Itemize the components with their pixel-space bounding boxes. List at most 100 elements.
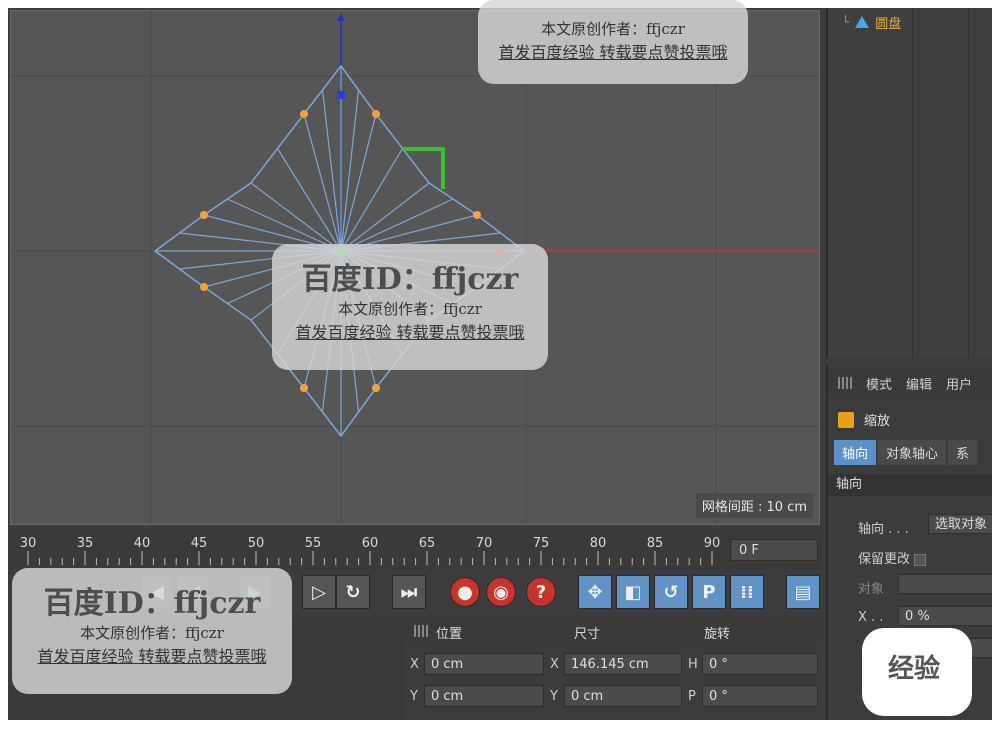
timeline-window-button[interactable]: ▤ [786, 575, 820, 609]
pos-y-field[interactable]: 0 cm [424, 685, 544, 707]
param-key-button[interactable]: P [692, 575, 726, 609]
coordinate-header: 位置 尺寸 旋转 [406, 619, 822, 643]
pos-x-field[interactable]: 0 cm [424, 653, 544, 675]
grid-spacing-readout: 网格间距 : 10 cm [695, 493, 813, 518]
timeline-tick-label: 80 [590, 536, 607, 551]
menu-edit[interactable]: 编辑 [906, 374, 932, 393]
scale-key-button[interactable]: ◧ [616, 575, 650, 609]
vertex-point [372, 384, 380, 392]
pick-object-button[interactable]: 选取对象 [928, 514, 992, 534]
disc-spoke [340, 182, 430, 252]
axis-label: 轴向 . . . [858, 522, 909, 537]
position-header: 位置 [436, 627, 463, 642]
tab-axis[interactable]: 轴向 [834, 440, 877, 465]
attribute-menu-bar: 模式 编辑 用户 [828, 368, 992, 398]
tab-object-axis[interactable]: 对象轴心 [878, 440, 947, 465]
attribute-title: 缩放 [838, 410, 890, 429]
watermark-slogan: 首发百度经验 转载要点赞投票哦 [498, 43, 728, 62]
autokey-button[interactable]: ◉ [486, 577, 516, 607]
scale-tool-icon [838, 411, 854, 428]
vertex-point [300, 110, 308, 118]
timeline-tick-label: 85 [647, 536, 664, 551]
keep-changes-text: 保留更改 [858, 552, 911, 567]
object-field[interactable] [898, 574, 992, 594]
vertex-point [200, 283, 208, 291]
watermark-bottom-left: 百度ID：ffjczr 本文原创作者：ffjczr 首发百度经验 转载要点赞投票… [12, 568, 292, 694]
x-percent-field[interactable]: 0 % [898, 606, 992, 626]
keep-changes-checkbox[interactable] [914, 553, 927, 566]
size-x-field[interactable]: 146.145 cm [564, 653, 682, 675]
watermark-author: 本文原创作者：ffjczr [338, 300, 482, 318]
column-divider [912, 8, 913, 358]
timeline-ticks[interactable]: 30 35 40 45 50 55 60 65 70 75 80 85 90 [10, 531, 720, 569]
disc-spoke [250, 182, 342, 252]
goto-end-button[interactable]: ⏭ [392, 575, 426, 609]
disc-object-icon [855, 16, 870, 28]
section-header-axis[interactable]: 轴向 [828, 474, 992, 496]
keyframe-help-button[interactable]: ? [526, 577, 556, 607]
move-key-button[interactable]: ✥ [578, 575, 612, 609]
plane-handle-icon [403, 147, 445, 189]
pos-y-label: Y [410, 689, 418, 704]
object-row-disc[interactable]: └ 圆盘 [842, 12, 901, 32]
vertex-point [200, 211, 208, 219]
grip-icon[interactable] [414, 625, 428, 637]
rotate-key-button[interactable]: ↺ [654, 575, 688, 609]
vertex-point [372, 110, 380, 118]
watermark-corner-text: 经验 [888, 654, 941, 684]
object-manager: └ 圆盘 [826, 8, 992, 358]
timeline-tick-label: 50 [248, 536, 265, 551]
timeline-tick-label: 45 [191, 536, 208, 551]
x-label: X . . [858, 610, 884, 625]
timeline-tick-label: 90 [704, 536, 720, 551]
rotation-header: 旋转 [704, 627, 731, 642]
timeline-tick-label: 70 [476, 536, 493, 551]
rot-p-field[interactable]: 0 ° [702, 685, 818, 707]
watermark-center: 百度ID：ffjczr 本文原创作者：ffjczr 首发百度经验 转载要点赞投票… [272, 244, 548, 370]
record-button[interactable]: ● [450, 577, 480, 607]
current-frame-field[interactable]: 0 F [730, 539, 818, 561]
vertex-point [300, 384, 308, 392]
vertex-point [473, 211, 481, 219]
watermark-top: 本文原创作者：ffjczr 首发百度经验 转载要点赞投票哦 [478, 0, 748, 84]
next-key-button[interactable]: ▷ [302, 575, 336, 609]
watermark-author: 本文原创作者：ffjczr [80, 624, 224, 642]
watermark-author: 本文原创作者：ffjczr [541, 20, 685, 38]
disc-spoke [321, 89, 342, 252]
watermark-id: 百度ID：ffjczr [301, 262, 519, 297]
y-scale-handle [337, 91, 345, 99]
menu-mode[interactable]: 模式 [866, 374, 892, 393]
column-divider [968, 8, 969, 358]
object-name[interactable]: 圆盘 [875, 13, 901, 32]
rot-h-label: H [688, 657, 698, 672]
watermark-slogan: 首发百度经验 转载要点赞投票哦 [37, 647, 267, 666]
attribute-tabs: 轴向 对象轴心 系 [834, 440, 978, 465]
timeline-tick-label: 30 [20, 536, 37, 551]
loop-button[interactable]: ↻ [336, 575, 370, 609]
y-axis-arrow-icon [337, 13, 345, 21]
timeline-ruler[interactable]: 30 35 40 45 50 55 60 65 70 75 80 85 90 0 F [10, 531, 822, 569]
menu-user[interactable]: 用户 [946, 374, 972, 393]
object-label: 对象 [858, 582, 885, 597]
watermark-id: 百度ID：ffjczr [43, 586, 261, 621]
watermark-slogan: 首发百度经验 转载要点赞投票哦 [295, 323, 525, 342]
size-y-field[interactable]: 0 cm [564, 685, 682, 707]
size-y-label: Y [550, 689, 558, 704]
grip-icon[interactable] [838, 377, 852, 389]
pos-x-label: X [410, 657, 419, 672]
watermark-corner-logo: 经验 [862, 628, 972, 716]
disc-spoke [340, 113, 377, 252]
timeline-tick-label: 65 [419, 536, 436, 551]
timeline-tick-label: 35 [77, 536, 94, 551]
size-header: 尺寸 [574, 627, 601, 642]
timeline-tick-label: 55 [305, 536, 322, 551]
disc-spoke [303, 113, 342, 252]
timeline-tick-label: 75 [533, 536, 550, 551]
rot-h-field[interactable]: 0 ° [702, 653, 818, 675]
coordinate-manager: 位置 尺寸 旋转 X 0 cm X 146.145 cm H 0 ° Y 0 c… [406, 619, 822, 720]
hierarchy-line-icon: └ [842, 15, 850, 29]
point-level-button[interactable]: ⁞⁞ [730, 575, 764, 609]
tab-system[interactable]: 系 [948, 440, 978, 465]
timeline-tick-label: 60 [362, 536, 379, 551]
attribute-title-text: 缩放 [864, 414, 891, 429]
